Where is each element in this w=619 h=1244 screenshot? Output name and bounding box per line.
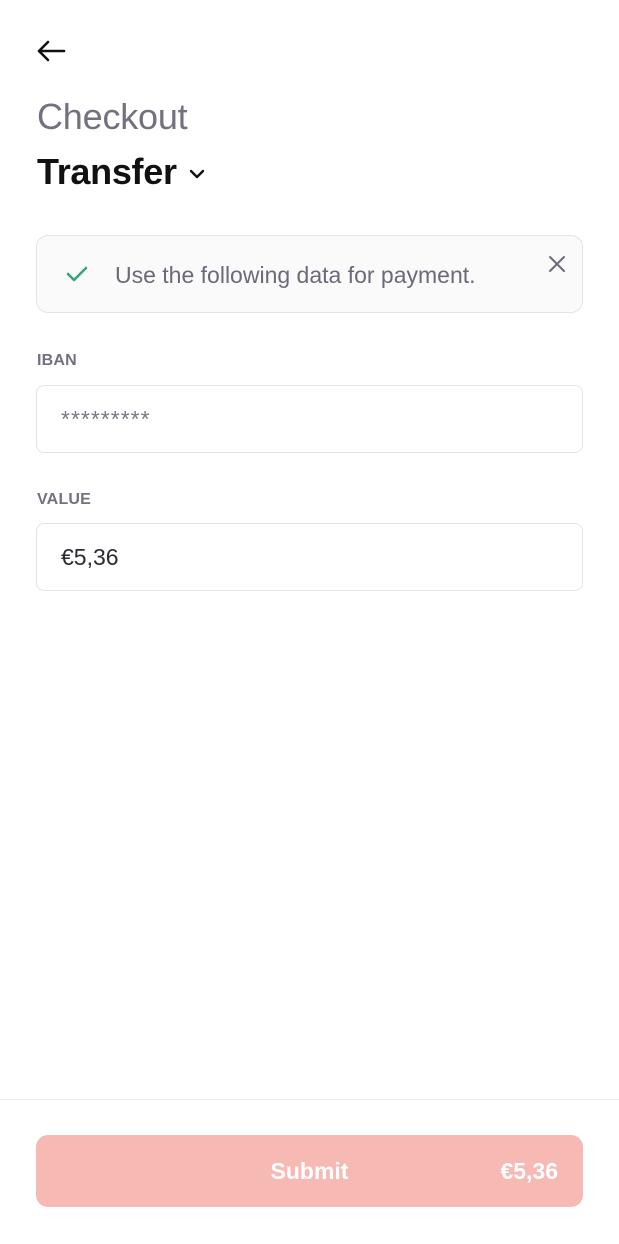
checkout-page: Checkout Transfer Use the following data… <box>0 0 619 1244</box>
value-label: VALUE <box>37 491 92 508</box>
submit-amount: €5,36 <box>500 1158 558 1184</box>
iban-value: ********* <box>61 405 151 432</box>
value-amount: €5,36 <box>61 543 119 570</box>
payment-method-label: Transfer <box>37 151 177 192</box>
back-button[interactable] <box>30 32 72 70</box>
check-icon <box>65 263 89 285</box>
chevron-down-icon <box>189 169 205 179</box>
notice-message: Use the following data for payment. <box>115 262 476 288</box>
iban-field[interactable]: ********* <box>36 385 583 453</box>
page-subtitle: Checkout <box>37 96 188 137</box>
submit-button[interactable]: Submit €5,36 <box>36 1135 583 1207</box>
arrow-left-icon <box>37 40 66 62</box>
iban-label: IBAN <box>37 352 77 369</box>
value-field[interactable]: €5,36 <box>36 523 583 591</box>
close-icon[interactable] <box>543 250 571 278</box>
payment-method-selector[interactable]: Transfer <box>37 150 205 194</box>
payment-info-notice: Use the following data for payment. <box>36 235 583 313</box>
footer-bar: Submit €5,36 <box>0 1099 619 1244</box>
